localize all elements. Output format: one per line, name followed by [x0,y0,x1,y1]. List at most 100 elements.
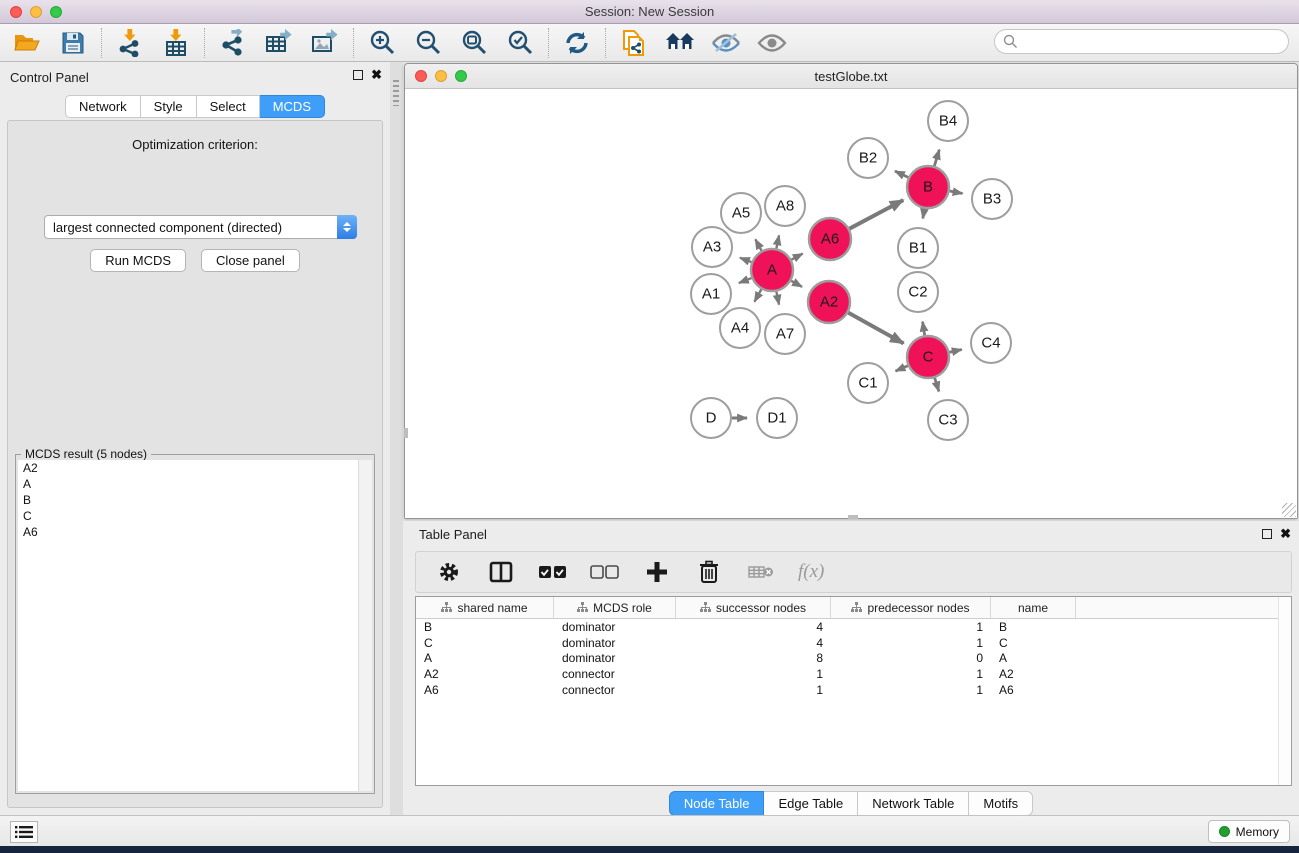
column-header-MCDS-role[interactable]: MCDS role [554,597,676,618]
node-C3[interactable]: C3 [928,400,968,440]
float-panel-icon[interactable] [353,70,363,80]
tab-motifs[interactable]: Motifs [969,791,1033,816]
edge-B-B4[interactable] [934,150,939,166]
edge-C-C2[interactable] [923,322,925,336]
tab-node-table[interactable]: Node Table [669,791,765,816]
network-window-titlebar[interactable]: testGlobe.txt [405,64,1297,89]
task-history-button[interactable] [10,821,38,843]
tab-network[interactable]: Network [65,95,141,118]
zoom-fit-icon[interactable] [459,28,489,58]
hide-graphics-details-icon[interactable] [711,28,741,58]
mcds-result-item[interactable]: A [18,476,359,492]
column-header-successor-nodes[interactable]: successor nodes [676,597,831,618]
table-row[interactable]: A2connector11A2 [416,666,1291,682]
node-A1[interactable]: A1 [691,274,731,314]
deselect-all-icon[interactable] [590,557,620,587]
delete-row-icon[interactable] [694,557,724,587]
save-icon[interactable] [58,28,88,58]
refresh-icon[interactable] [562,28,592,58]
node-D1[interactable]: D1 [757,398,797,438]
node-D[interactable]: D [691,398,731,438]
node-A8[interactable]: A8 [765,186,805,226]
edge-A-A1[interactable] [739,278,752,283]
table-row[interactable]: Bdominator41B [416,619,1291,635]
node-A[interactable]: A [751,249,793,291]
table-close-panel-icon[interactable]: ✖ [1280,529,1291,539]
home-icon[interactable] [665,28,695,58]
tab-mcds[interactable]: MCDS [260,95,325,118]
open-file-icon[interactable] [12,28,42,58]
tab-network-table[interactable]: Network Table [858,791,969,816]
edge-A-A2[interactable] [791,281,802,287]
column-header-shared-name[interactable]: shared name [416,597,554,618]
close-panel-button[interactable]: Close panel [201,249,300,272]
import-network-icon[interactable] [115,28,145,58]
edge-A2-C[interactable] [848,313,903,344]
export-table-icon[interactable] [264,28,294,58]
edge-A-A7[interactable] [776,292,779,305]
node-B[interactable]: B [907,166,949,208]
panel-splitter[interactable] [390,62,403,815]
edge-B-B3[interactable] [950,191,963,193]
column-header-name[interactable]: name [991,597,1076,618]
node-C[interactable]: C [907,336,949,378]
select-all-icon[interactable] [538,557,568,587]
node-B3[interactable]: B3 [972,179,1012,219]
table-row[interactable]: A6connector11A6 [416,682,1291,698]
settings-gear-icon[interactable] [434,557,464,587]
node-A2[interactable]: A2 [808,281,850,323]
column-selector-icon[interactable] [486,557,516,587]
export-network-icon[interactable] [218,28,248,58]
import-table-icon[interactable] [161,28,191,58]
run-mcds-button[interactable]: Run MCDS [90,249,186,272]
edge-C-C4[interactable] [949,350,961,353]
edge-A-A3[interactable] [740,258,751,262]
node-C4[interactable]: C4 [971,323,1011,363]
node-A4[interactable]: A4 [720,308,760,348]
node-A5[interactable]: A5 [721,193,761,233]
column-header-predecessor-nodes[interactable]: predecessor nodes [831,597,991,618]
show-graphics-details-icon[interactable] [757,28,787,58]
edge-B-B2[interactable] [895,171,908,177]
edge-B-B1[interactable] [923,209,925,219]
zoom-out-icon[interactable] [413,28,443,58]
table-scrollbar[interactable] [1278,597,1291,785]
mcds-list-scrollbar[interactable] [358,460,372,791]
memory-button[interactable]: Memory [1208,820,1290,843]
mcds-result-item[interactable]: A2 [18,460,359,476]
edge-A-A8[interactable] [776,235,779,248]
tab-edge-table[interactable]: Edge Table [764,791,858,816]
node-C1[interactable]: C1 [848,363,888,403]
table-float-panel-icon[interactable] [1262,529,1272,539]
mcds-result-item[interactable]: C [18,508,359,524]
mcds-result-item[interactable]: B [18,492,359,508]
tab-select[interactable]: Select [197,95,260,118]
node-A7[interactable]: A7 [765,314,805,354]
edge-C-C3[interactable] [935,378,939,391]
clone-network-icon[interactable] [619,28,649,58]
node-table[interactable]: shared nameMCDS rolesuccessor nodesprede… [415,596,1292,786]
frame-resize-handle-icon[interactable] [1282,503,1296,517]
mcds-result-item[interactable]: A6 [18,524,359,540]
node-B4[interactable]: B4 [928,101,968,141]
node-A3[interactable]: A3 [692,227,732,267]
mcds-result-list[interactable]: A2ABCA6 [18,460,359,791]
edge-A-A5[interactable] [755,239,761,250]
add-row-icon[interactable] [642,557,672,587]
table-row[interactable]: Cdominator41C [416,635,1291,651]
edge-C-C1[interactable] [896,366,908,371]
edge-A-A6[interactable] [791,254,802,260]
node-C2[interactable]: C2 [898,272,938,312]
zoom-in-icon[interactable] [367,28,397,58]
tab-style[interactable]: Style [141,95,197,118]
zoom-selected-icon[interactable] [505,28,535,58]
edge-A6-B[interactable] [849,200,903,229]
table-row[interactable]: Adominator80A [416,651,1291,667]
node-B1[interactable]: B1 [898,228,938,268]
network-canvas[interactable]: B4B2BB3A8A5A6A3B1AA1C2A2A4A7C4CC1DD1C3 [405,89,1297,518]
criterion-dropdown[interactable]: largest connected component (directed) [44,215,357,239]
export-image-icon[interactable] [310,28,340,58]
edge-A-A4[interactable] [754,289,761,301]
close-panel-icon[interactable]: ✖ [371,70,382,80]
network-graph[interactable]: B4B2BB3A8A5A6A3B1AA1C2A2A4A7C4CC1DD1C3 [405,89,1297,518]
